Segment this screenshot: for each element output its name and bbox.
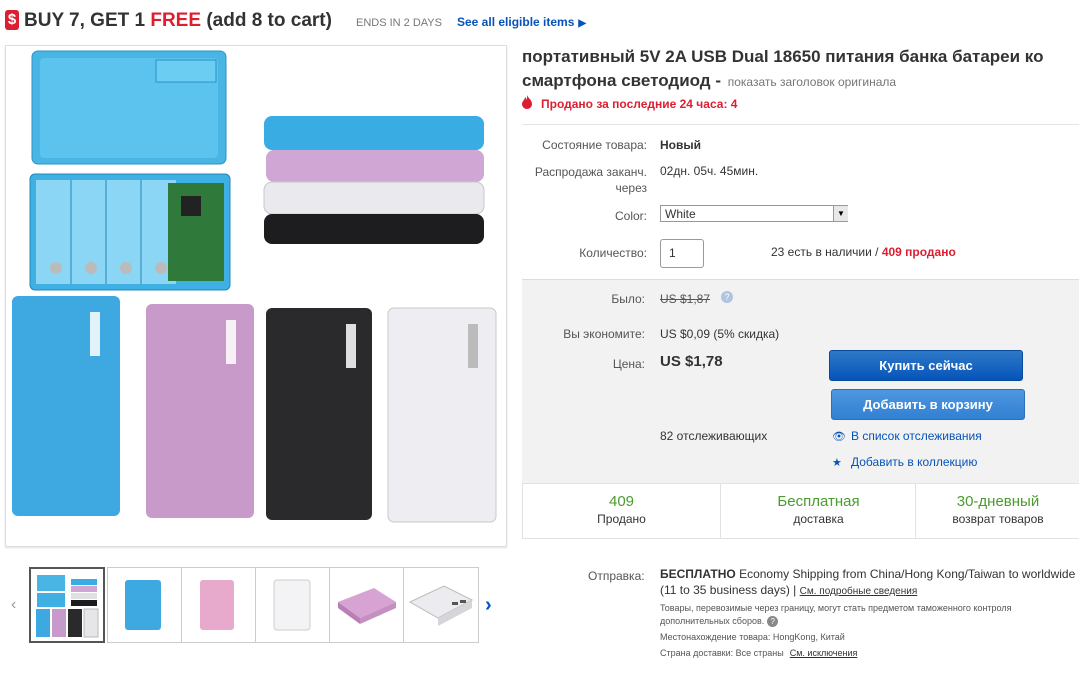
- sale-end-label: Распродажа заканч. через: [522, 164, 647, 196]
- exclusions-link[interactable]: См. исключения: [790, 648, 858, 658]
- quantity-input[interactable]: 1: [660, 239, 704, 268]
- shipping-details-link[interactable]: См. подробные сведения: [800, 586, 918, 597]
- eye-icon: 👁: [832, 431, 846, 443]
- blue-unit: [12, 296, 120, 516]
- white-unit: [387, 307, 497, 523]
- dollar-tag-icon: $: [5, 10, 19, 30]
- sold-count-link[interactable]: 409 продано: [882, 245, 956, 259]
- stats-bar: 409 Продано Бесплатная доставка 30-дневн…: [522, 483, 1079, 539]
- sale-end-label-line2: через: [615, 181, 647, 195]
- promo-lead: BUY 7, GET 1: [24, 10, 151, 31]
- customs-notice: Товары, перевозимые через границу, могут…: [660, 602, 1079, 628]
- shipping-free: БЕСПЛАТНО: [660, 567, 736, 581]
- help-icon[interactable]: ?: [767, 616, 779, 627]
- chevron-down-icon[interactable]: ▼: [833, 206, 848, 221]
- ship-to-text: Страна доставки: Все страны: [660, 648, 784, 658]
- promo-bar: $ BUY 7, GET 1 FREE (add 8 to cart) ENDS…: [0, 0, 1079, 42]
- stat-shipping: Бесплатная доставка: [721, 484, 916, 538]
- show-original-title-link[interactable]: показать заголовок оригинала: [728, 75, 896, 89]
- see-eligible-items-link[interactable]: See all eligible items ▶: [457, 15, 586, 29]
- promo-add: (add 8 to cart): [201, 10, 332, 31]
- thumbnail-2[interactable]: [107, 567, 183, 643]
- shipping-details: БЕСПЛАТНО Economy Shipping from China/Ho…: [660, 566, 1079, 600]
- thumbnail-white-top-image: [408, 585, 474, 626]
- thumbnail-pink-top-image: [338, 588, 396, 624]
- buy-now-button[interactable]: Купить сейчас: [829, 350, 1023, 381]
- item-title-line2: смартфона светодиод -: [522, 71, 721, 90]
- help-icon[interactable]: ?: [721, 291, 733, 303]
- promo-headline: BUY 7, GET 1 FREE (add 8 to cart): [24, 10, 332, 32]
- stat-returns-value: 30-дневный: [956, 493, 1040, 510]
- availability: 23 есть в наличии / 409 продано: [771, 245, 956, 259]
- thumbnail-4[interactable]: [255, 567, 331, 643]
- item-location: Местонахождение товара: HongKong, Китай: [660, 632, 845, 642]
- add-to-cart-button[interactable]: Добавить в корзину: [831, 389, 1025, 420]
- thumbnail-blue-image: [125, 580, 161, 630]
- quantity-label: Количество:: [579, 246, 647, 260]
- promo-ends: ENDS IN 2 DAYS: [356, 17, 442, 29]
- flame-icon: [522, 95, 532, 109]
- thumbnail-next-arrow[interactable]: ›: [485, 594, 492, 617]
- price-value: US $1,78: [660, 353, 723, 370]
- see-eligible-items-label[interactable]: See all eligible items: [457, 15, 574, 29]
- add-to-collection-label[interactable]: Добавить в коллекцию: [851, 455, 977, 469]
- thumbnail-1[interactable]: [29, 567, 105, 643]
- was-price-label: Было:: [611, 292, 645, 306]
- thumbnail-5[interactable]: [329, 567, 405, 643]
- stat-sold: 409 Продано: [523, 484, 720, 538]
- open-case: [29, 173, 231, 291]
- stat-shipping-value: Бесплатная: [777, 493, 860, 510]
- sale-end-value: 02дн. 05ч. 45мин.: [660, 164, 759, 178]
- ship-to: Страна доставки: Все страны См. исключени…: [660, 648, 857, 658]
- case-lid: [31, 50, 227, 165]
- was-price-value: US $1,87: [660, 292, 711, 306]
- savings-value: US $0,09 (5% скидка): [660, 327, 780, 341]
- stat-sold-value: 409: [608, 493, 635, 510]
- condition-value: Новый: [660, 138, 701, 152]
- stat-returns: 30-дневный возврат товаров: [916, 484, 1079, 538]
- add-to-watchlist-label[interactable]: В список отслеживания: [851, 429, 982, 443]
- thumbnail-6[interactable]: [403, 567, 479, 643]
- thumbnail-strip: [10, 567, 500, 645]
- stat-returns-label: возврат товаров: [952, 512, 1044, 526]
- stat-shipping-label: доставка: [793, 512, 844, 526]
- condition-label: Состояние товара:: [542, 138, 647, 152]
- customs-text: Товары, перевозимые через границу, могут…: [660, 603, 1012, 626]
- thumbnail-white-image: [273, 579, 311, 631]
- color-label: Color:: [614, 209, 647, 223]
- promo-free: FREE: [150, 10, 202, 31]
- pink-unit: [146, 304, 254, 518]
- stat-sold-label: Продано: [597, 512, 646, 526]
- price-label: Цена:: [612, 357, 645, 371]
- power-bank-photo: [12, 50, 497, 523]
- triangle-right-icon: ▶: [578, 18, 587, 29]
- divider: [522, 124, 1079, 125]
- color-selected-value[interactable]: White: [665, 207, 696, 221]
- color-select[interactable]: White: [660, 205, 848, 222]
- sold-last-24h: Продано за последние 24 часа: 4: [541, 97, 738, 111]
- item-title-line1: портативный 5V 2A USB Dual 18650 питания…: [522, 47, 1044, 66]
- add-to-collection-link[interactable]: ★ Добавить в коллекцию: [832, 455, 977, 469]
- available-count: 23 есть в наличии /: [771, 245, 879, 259]
- watchers-count: 82 отслеживающих: [660, 429, 768, 443]
- item-title: портативный 5V 2A USB Dual 18650 питания…: [522, 45, 1079, 94]
- main-product-image[interactable]: [5, 45, 507, 547]
- shipping-label: Отправка:: [588, 569, 645, 583]
- black-unit: [266, 308, 372, 520]
- thumbnail-3[interactable]: [181, 567, 257, 643]
- add-to-watchlist-link[interactable]: 👁 В список отслеживания: [832, 429, 982, 443]
- star-icon: ★: [832, 457, 842, 469]
- savings-label: Вы экономите:: [563, 327, 645, 341]
- thumbnail-collage-image: [36, 575, 99, 638]
- sale-end-label-line1: Распродажа заканч.: [534, 165, 647, 179]
- thumbnail-pink-image: [200, 580, 234, 630]
- stacked-color-variants: [263, 116, 485, 244]
- price-panel: [522, 279, 1079, 483]
